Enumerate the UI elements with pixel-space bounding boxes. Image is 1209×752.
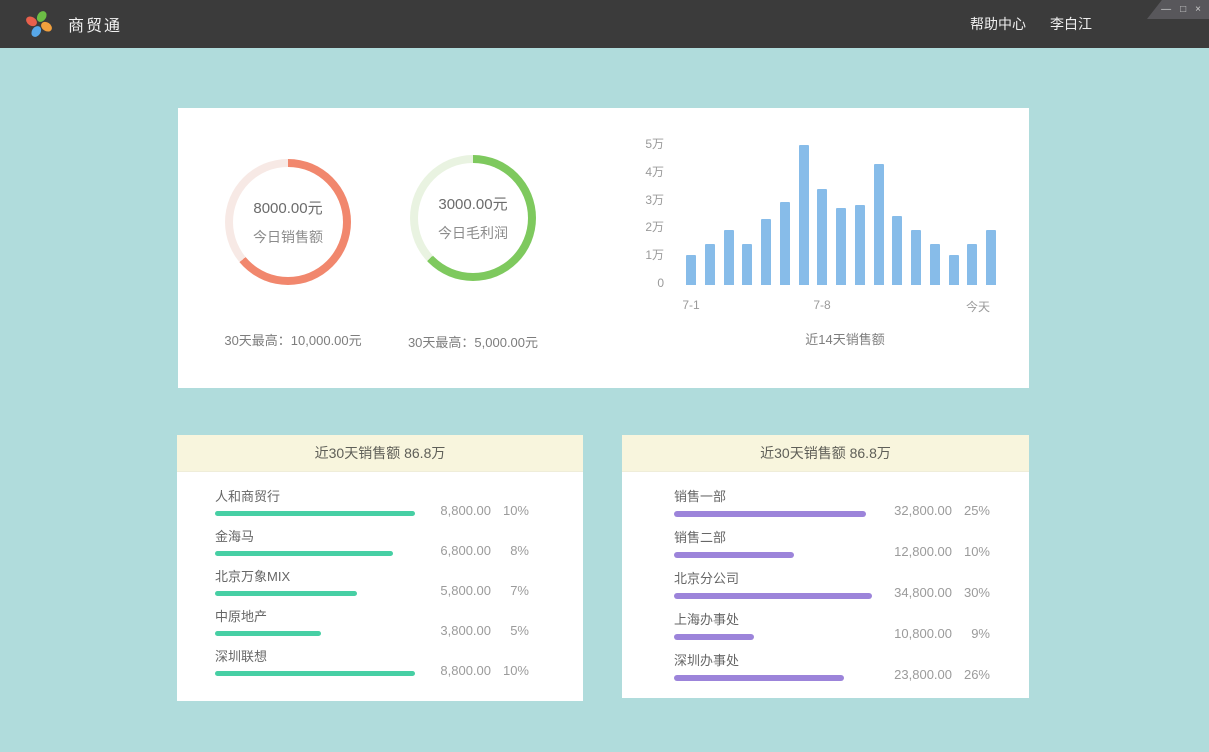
customer-sales-bar [215,631,321,636]
user-menu[interactable]: 李白江 [1050,14,1092,34]
today-sales-label: 今日销售额 [253,227,323,247]
department-percent: 30% [952,585,990,600]
department-sales-bar [674,552,794,558]
department-sales-bar [674,593,872,599]
trend-bar [686,255,696,285]
x-tick-mid: 7-8 [813,298,830,312]
trend-bars [686,142,996,285]
department-percent: 26% [952,667,990,682]
department-row: 上海办事处 10,800.009% [674,611,990,651]
trend-bar [724,230,734,285]
y-tick: 0 [657,276,664,290]
trend-bar [799,145,809,285]
department-row: 销售二部 12,800.0010% [674,529,990,569]
customer-sales-panel: 近30天销售额 86.8万 人和商贸行 8,800.0010% 金海马 6,80… [177,435,583,701]
trend-y-axis: 5万 4万 3万 2万 1万 0 [578,137,664,290]
app-window: 商贸通 帮助中心 李白江 — □ × 8000.00元 今日销售额 30天最高：… [0,0,1209,752]
trend-bar [967,244,977,285]
trend-chart-caption: 近14天销售额 [690,329,1000,348]
department-amount: 23,800.00 [880,667,952,682]
customer-sales-bar [215,671,415,676]
department-amount: 10,800.00 [880,626,952,641]
customer-amount: 5,800.00 [419,583,491,598]
department-amount: 12,800.00 [880,544,952,559]
customer-percent: 8% [491,543,529,558]
department-sales-bar [674,511,866,517]
department-row: 深圳办事处 23,800.0026% [674,652,990,692]
app-logo-icon [24,9,54,39]
customer-row: 北京万象MIX 5,800.007% [215,568,529,607]
y-tick: 2万 [645,220,664,234]
customer-panel-title: 近30天销售额 86.8万 [177,435,583,472]
trend-bar [855,205,865,285]
trend-bar [742,244,752,285]
trend-bar [986,230,996,285]
customer-amount: 8,800.00 [419,663,491,678]
customer-sales-bar [215,591,357,596]
customer-row: 深圳联想 8,800.0010% [215,648,529,687]
maximize-button[interactable]: □ [1180,5,1186,15]
trend-bar [892,216,902,285]
trend-bar [930,244,940,285]
help-center-link[interactable]: 帮助中心 [970,14,1026,34]
today-profit-value: 3000.00元 [438,193,507,214]
customer-row: 人和商贸行 8,800.0010% [215,488,529,527]
customer-percent: 5% [491,623,529,638]
department-percent: 9% [952,626,990,641]
department-percent: 10% [952,544,990,559]
trend-bar [705,244,715,285]
department-row: 销售一部 32,800.0025% [674,488,990,528]
customer-percent: 10% [491,503,529,518]
profit-30d-max-note: 30天最高：5,000.00元 [358,332,588,351]
trend-bar [817,189,827,285]
customer-amount: 6,800.00 [419,543,491,558]
department-sales-panel: 近30天销售额 86.8万 销售一部 32,800.0025% 销售二部 12,… [622,435,1029,698]
today-sales-donut: 8000.00元 今日销售额 [225,159,351,285]
app-title: 商贸通 [68,12,122,36]
customer-percent: 7% [491,583,529,598]
customer-row: 中原地产 3,800.005% [215,608,529,647]
today-sales-value: 8000.00元 [253,197,322,218]
department-sales-bar [674,634,754,640]
department-amount: 34,800.00 [880,585,952,600]
y-tick: 1万 [645,248,664,262]
y-tick: 5万 [645,137,664,151]
today-profit-label: 今日毛利润 [438,223,508,243]
department-amount: 32,800.00 [880,503,952,518]
trend-bar [949,255,959,285]
trend-bar [761,219,771,285]
titlebar: 商贸通 帮助中心 李白江 — □ × [0,0,1209,48]
trend-bar [780,202,790,285]
trend-bar [911,230,921,285]
department-panel-title: 近30天销售额 86.8万 [622,435,1029,472]
window-controls: — □ × [1147,0,1209,19]
department-row: 北京分公司 34,800.0030% [674,570,990,610]
close-button[interactable]: × [1195,5,1201,15]
y-tick: 4万 [645,165,664,179]
customer-amount: 3,800.00 [419,623,491,638]
department-sales-bar [674,675,844,681]
customer-row: 金海马 6,800.008% [215,528,529,567]
customer-sales-bar [215,511,415,516]
customer-sales-bar [215,551,393,556]
trend-bar [836,208,846,285]
x-tick-today: 今天 [966,298,990,315]
customer-percent: 10% [491,663,529,678]
x-tick-first: 7-1 [682,298,699,312]
minimize-button[interactable]: — [1161,5,1171,15]
customer-amount: 8,800.00 [419,503,491,518]
overview-card: 8000.00元 今日销售额 30天最高：10,000.00元 3000.00元… [178,108,1029,388]
department-percent: 25% [952,503,990,518]
y-tick: 3万 [645,193,664,207]
today-profit-donut: 3000.00元 今日毛利润 [410,155,536,281]
trend-bar [874,164,884,285]
